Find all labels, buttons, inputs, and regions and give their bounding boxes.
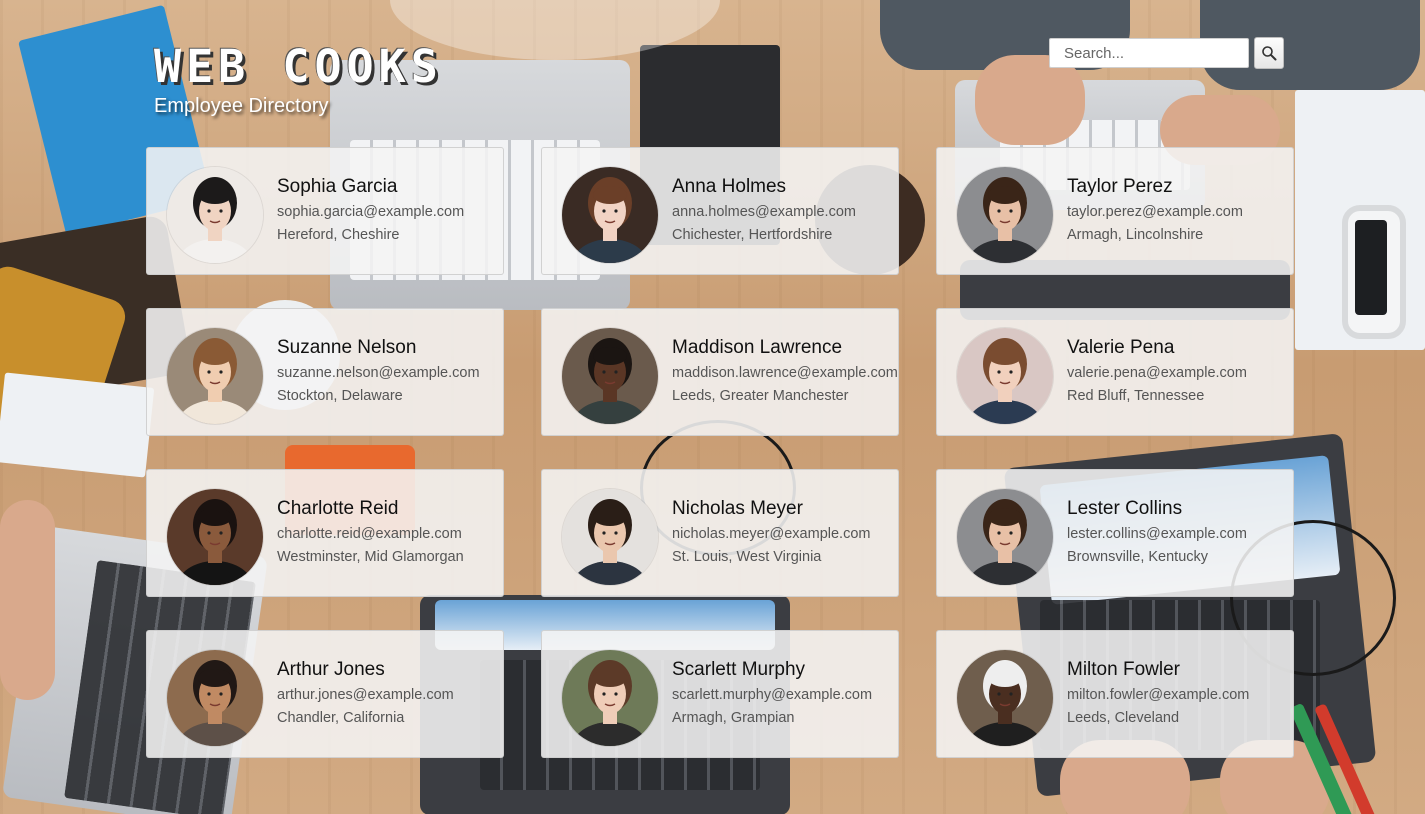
employee-card[interactable]: Charlotte Reid charlotte.reid@example.co… bbox=[146, 469, 504, 597]
page-subtitle: Employee Directory bbox=[154, 95, 329, 117]
employee-name: Valerie Pena bbox=[1067, 337, 1175, 358]
search-input[interactable] bbox=[1049, 38, 1249, 68]
employee-name: Nicholas Meyer bbox=[672, 498, 803, 519]
header: WEB COOKS Employee Directory bbox=[154, 44, 443, 118]
employee-email: valerie.pena@example.com bbox=[1067, 365, 1247, 381]
avatar bbox=[167, 650, 263, 746]
employee-name: Maddison Lawrence bbox=[672, 337, 843, 358]
employee-email: charlotte.reid@example.com bbox=[277, 526, 462, 542]
employee-name: Lester Collins bbox=[1067, 498, 1183, 519]
avatar bbox=[957, 328, 1053, 424]
employee-name: Arthur Jones bbox=[277, 659, 385, 680]
employee-email: taylor.perez@example.com bbox=[1067, 204, 1243, 220]
employee-location: Stockton, Delaware bbox=[277, 388, 403, 404]
employee-card[interactable]: Scarlett Murphy scarlett.murphy@example.… bbox=[541, 630, 899, 758]
employee-card[interactable]: Suzanne Nelson suzanne.nelson@example.co… bbox=[146, 308, 504, 436]
employee-location: Armagh, Lincolnshire bbox=[1067, 227, 1204, 243]
avatar bbox=[167, 328, 263, 424]
employee-location: St. Louis, West Virginia bbox=[672, 549, 822, 565]
search-button[interactable] bbox=[1254, 37, 1284, 69]
avatar bbox=[167, 489, 263, 585]
employee-location: Red Bluff, Tennessee bbox=[1067, 388, 1205, 404]
employee-email: anna.holmes@example.com bbox=[672, 204, 856, 220]
avatar bbox=[167, 167, 263, 263]
magnifier-icon bbox=[1261, 45, 1277, 61]
employee-location: Brownsville, Kentucky bbox=[1067, 549, 1209, 565]
avatar bbox=[957, 167, 1053, 263]
employee-email: lester.collins@example.com bbox=[1067, 526, 1247, 542]
employee-email: sophia.garcia@example.com bbox=[277, 204, 465, 220]
employee-location: Leeds, Cleveland bbox=[1067, 710, 1180, 726]
avatar bbox=[957, 489, 1053, 585]
employee-location: Armagh, Grampian bbox=[672, 710, 795, 726]
search-bar bbox=[1049, 37, 1284, 69]
employee-card[interactable]: Sophia Garcia sophia.garcia@example.com … bbox=[146, 147, 504, 275]
employee-card[interactable]: Anna Holmes anna.holmes@example.com Chic… bbox=[541, 147, 899, 275]
employee-email: maddison.lawrence@example.com bbox=[672, 365, 898, 381]
employee-name: Anna Holmes bbox=[672, 176, 787, 197]
employee-card[interactable]: Taylor Perez taylor.perez@example.com Ar… bbox=[936, 147, 1294, 275]
avatar bbox=[562, 489, 658, 585]
employee-card[interactable]: Milton Fowler milton.fowler@example.com … bbox=[936, 630, 1294, 758]
employee-name: Milton Fowler bbox=[1067, 659, 1180, 680]
employee-name: Sophia Garcia bbox=[277, 176, 398, 197]
employee-name: Charlotte Reid bbox=[277, 498, 399, 519]
avatar bbox=[957, 650, 1053, 746]
site-logo: WEB COOKS bbox=[154, 40, 443, 93]
employee-card[interactable]: Maddison Lawrence maddison.lawrence@exam… bbox=[541, 308, 899, 436]
employee-email: scarlett.murphy@example.com bbox=[672, 687, 873, 703]
employee-location: Westminster, Mid Glamorgan bbox=[277, 549, 464, 565]
avatar bbox=[562, 167, 658, 263]
employee-name: Taylor Perez bbox=[1067, 176, 1173, 197]
employee-name: Suzanne Nelson bbox=[277, 337, 417, 358]
avatar bbox=[562, 650, 658, 746]
employee-card[interactable]: Valerie Pena valerie.pena@example.com Re… bbox=[936, 308, 1294, 436]
employee-name: Scarlett Murphy bbox=[672, 659, 806, 680]
employee-location: Chichester, Hertfordshire bbox=[672, 227, 833, 243]
employee-email: nicholas.meyer@example.com bbox=[672, 526, 871, 542]
employee-email: arthur.jones@example.com bbox=[277, 687, 454, 703]
employee-email: milton.fowler@example.com bbox=[1067, 687, 1250, 703]
employee-card[interactable]: Arthur Jones arthur.jones@example.com Ch… bbox=[146, 630, 504, 758]
employee-location: Leeds, Greater Manchester bbox=[672, 388, 849, 404]
employee-location: Chandler, California bbox=[277, 710, 405, 726]
employee-email: suzanne.nelson@example.com bbox=[277, 365, 480, 381]
employee-location: Hereford, Cheshire bbox=[277, 227, 400, 243]
avatar bbox=[562, 328, 658, 424]
employee-card[interactable]: Lester Collins lester.collins@example.co… bbox=[936, 469, 1294, 597]
employee-card[interactable]: Nicholas Meyer nicholas.meyer@example.co… bbox=[541, 469, 899, 597]
